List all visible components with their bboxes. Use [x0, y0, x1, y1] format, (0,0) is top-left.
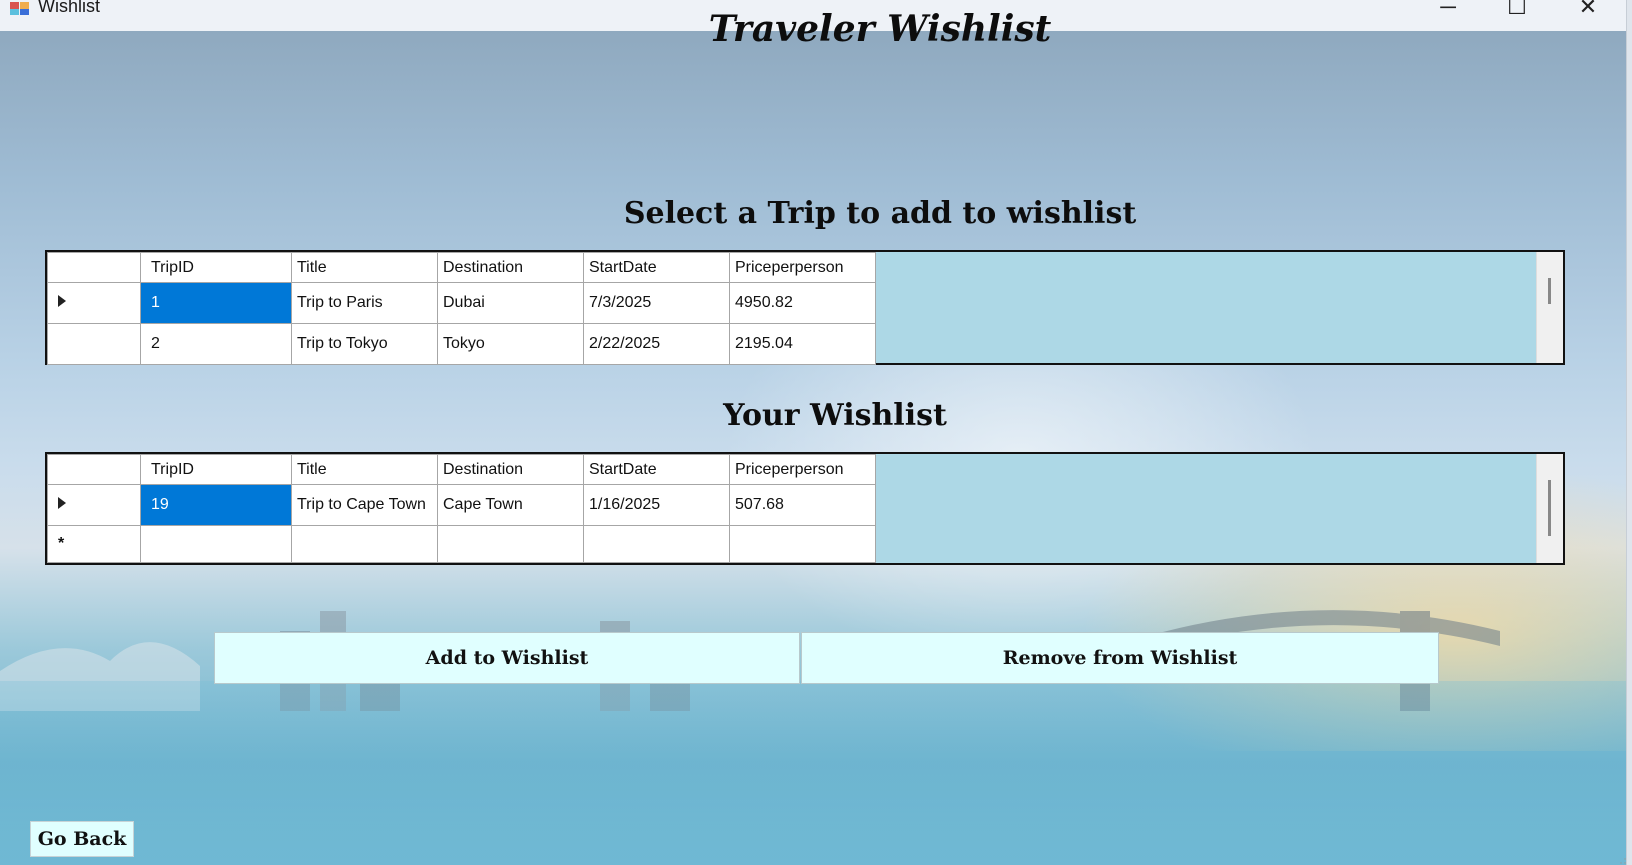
- client-area: [0, 31, 1626, 865]
- cell-startdate[interactable]: [583, 525, 730, 563]
- new-row[interactable]: *: [47, 525, 876, 563]
- wishlist-heading: Your Wishlist: [723, 398, 947, 433]
- cell-destination[interactable]: [437, 525, 584, 563]
- cell-price[interactable]: 4950.82: [729, 282, 876, 324]
- scrollbar-thumb[interactable]: [1548, 480, 1551, 536]
- current-row-icon: [58, 295, 66, 307]
- cell-price[interactable]: 507.68: [729, 484, 876, 526]
- cell-startdate[interactable]: 1/16/2025: [583, 484, 730, 526]
- cell-destination[interactable]: Cape Town: [437, 484, 584, 526]
- column-header-priceperperson[interactable]: Priceperperson: [729, 454, 876, 485]
- trips-table: TripID Title Destination StartDate Price…: [47, 252, 876, 365]
- column-header-startdate[interactable]: StartDate: [583, 252, 730, 283]
- wishlist-grid[interactable]: TripID Title Destination StartDate Price…: [45, 452, 1565, 565]
- remove-from-wishlist-button[interactable]: Remove from Wishlist: [801, 632, 1439, 684]
- cell-title[interactable]: Trip to Paris: [291, 282, 438, 324]
- trips-vertical-scrollbar[interactable]: [1536, 252, 1563, 363]
- current-row-icon: [58, 497, 66, 509]
- wishlist-header-row: TripID Title Destination StartDate Price…: [47, 454, 876, 485]
- cell-destination[interactable]: Dubai: [437, 282, 584, 324]
- cell-tripid[interactable]: 1: [140, 282, 292, 324]
- cell-tripid[interactable]: 19: [140, 484, 292, 526]
- table-row[interactable]: 2 Trip to Tokyo Tokyo 2/22/2025 2195.04: [47, 323, 876, 365]
- column-header-tripid[interactable]: TripID: [140, 454, 292, 485]
- trips-grid[interactable]: TripID Title Destination StartDate Price…: [45, 250, 1565, 365]
- cell-price[interactable]: 2195.04: [729, 323, 876, 365]
- page-title: Traveler Wishlist: [708, 8, 1052, 50]
- table-row[interactable]: 1 Trip to Paris Dubai 7/3/2025 4950.82: [47, 282, 876, 324]
- cell-price[interactable]: [729, 525, 876, 563]
- select-trip-heading: Select a Trip to add to wishlist: [623, 196, 1137, 231]
- column-header-priceperperson[interactable]: Priceperperson: [729, 252, 876, 283]
- column-header-destination[interactable]: Destination: [437, 252, 584, 283]
- column-header-title[interactable]: Title: [291, 454, 438, 485]
- resize-grip-icon[interactable]: [1620, 858, 1626, 864]
- cell-destination[interactable]: Tokyo: [437, 323, 584, 365]
- row-header[interactable]: *: [47, 525, 141, 563]
- cell-tripid[interactable]: [140, 525, 292, 563]
- scrollbar-thumb[interactable]: [1548, 278, 1551, 304]
- row-header-corner[interactable]: [47, 454, 141, 485]
- column-header-title[interactable]: Title: [291, 252, 438, 283]
- cell-startdate[interactable]: 2/22/2025: [583, 323, 730, 365]
- background-water: [0, 681, 1626, 865]
- cell-title[interactable]: Trip to Cape Town: [291, 484, 438, 526]
- row-header[interactable]: [47, 484, 141, 526]
- column-header-startdate[interactable]: StartDate: [583, 454, 730, 485]
- cell-title[interactable]: Trip to Tokyo: [291, 323, 438, 365]
- new-row-icon: *: [58, 535, 65, 552]
- wishlist-vertical-scrollbar[interactable]: [1536, 454, 1563, 563]
- row-header-corner[interactable]: [47, 252, 141, 283]
- cell-startdate[interactable]: 7/3/2025: [583, 282, 730, 324]
- add-to-wishlist-button[interactable]: Add to Wishlist: [214, 632, 800, 684]
- column-header-tripid[interactable]: TripID: [140, 252, 292, 283]
- row-header[interactable]: [47, 282, 141, 324]
- column-header-destination[interactable]: Destination: [437, 454, 584, 485]
- cell-title[interactable]: [291, 525, 438, 563]
- cell-tripid[interactable]: 2: [140, 323, 292, 365]
- trips-header-row: TripID Title Destination StartDate Price…: [47, 252, 876, 283]
- wishlist-table: TripID Title Destination StartDate Price…: [47, 454, 876, 563]
- row-header[interactable]: [47, 323, 141, 365]
- go-back-button[interactable]: Go Back: [30, 821, 134, 857]
- table-row[interactable]: 19 Trip to Cape Town Cape Town 1/16/2025…: [47, 484, 876, 526]
